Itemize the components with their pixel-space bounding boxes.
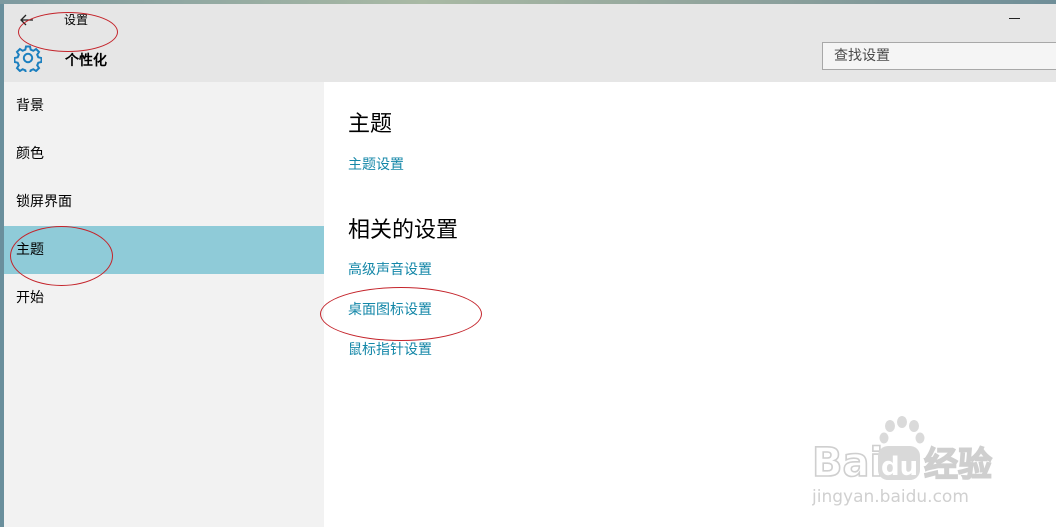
sidebar-item-lock-screen[interactable]: 锁屏界面: [4, 178, 324, 226]
search-box[interactable]: [822, 42, 1056, 70]
sidebar-item-label: 开始: [16, 290, 44, 306]
minimize-button[interactable]: [994, 4, 1040, 34]
gear-icon: [14, 45, 42, 72]
related-settings-title: 相关的设置: [348, 218, 459, 243]
theme-section-title: 主题: [348, 112, 393, 137]
desktop-icon-settings-link[interactable]: 桌面图标设置: [348, 299, 432, 319]
watermark-logo-jingyan: 经验: [924, 445, 992, 485]
sidebar-item-label: 背景: [16, 98, 44, 114]
sidebar-item-background[interactable]: 背景: [4, 82, 324, 130]
baidu-jingyan-watermark: Bai du 经验 jingyan.baidu.com: [812, 416, 993, 507]
watermark-url: jingyan.baidu.com: [812, 487, 969, 507]
watermark-logo-text: Bai: [812, 440, 883, 486]
title-bar: 设置 个性化: [4, 4, 1056, 82]
sidebar-item-colors[interactable]: 颜色: [4, 130, 324, 178]
sidebar: 背景 颜色 锁屏界面 主题 开始: [4, 82, 324, 527]
mouse-pointer-settings-link[interactable]: 鼠标指针设置: [348, 339, 432, 359]
back-arrow-icon: [20, 14, 33, 26]
sidebar-item-label: 颜色: [16, 146, 44, 162]
sidebar-item-start[interactable]: 开始: [4, 274, 324, 322]
minimize-icon: [1009, 18, 1020, 19]
window-title: 设置: [64, 13, 89, 27]
watermark-logo-du: du: [881, 452, 918, 482]
page-heading: 个性化: [65, 53, 107, 69]
back-button[interactable]: [14, 8, 42, 34]
sidebar-item-label: 主题: [16, 242, 44, 258]
advanced-sound-settings-link[interactable]: 高级声音设置: [348, 259, 432, 279]
sidebar-item-themes[interactable]: 主题: [4, 226, 324, 274]
theme-settings-link[interactable]: 主题设置: [348, 154, 404, 174]
settings-window: 设置 个性化 背景 颜色 锁屏界面 主题 开始 主题 主题设置 相关的设置 高级…: [4, 4, 1056, 527]
search-input[interactable]: [823, 43, 1056, 69]
sidebar-item-label: 锁屏界面: [16, 194, 72, 210]
